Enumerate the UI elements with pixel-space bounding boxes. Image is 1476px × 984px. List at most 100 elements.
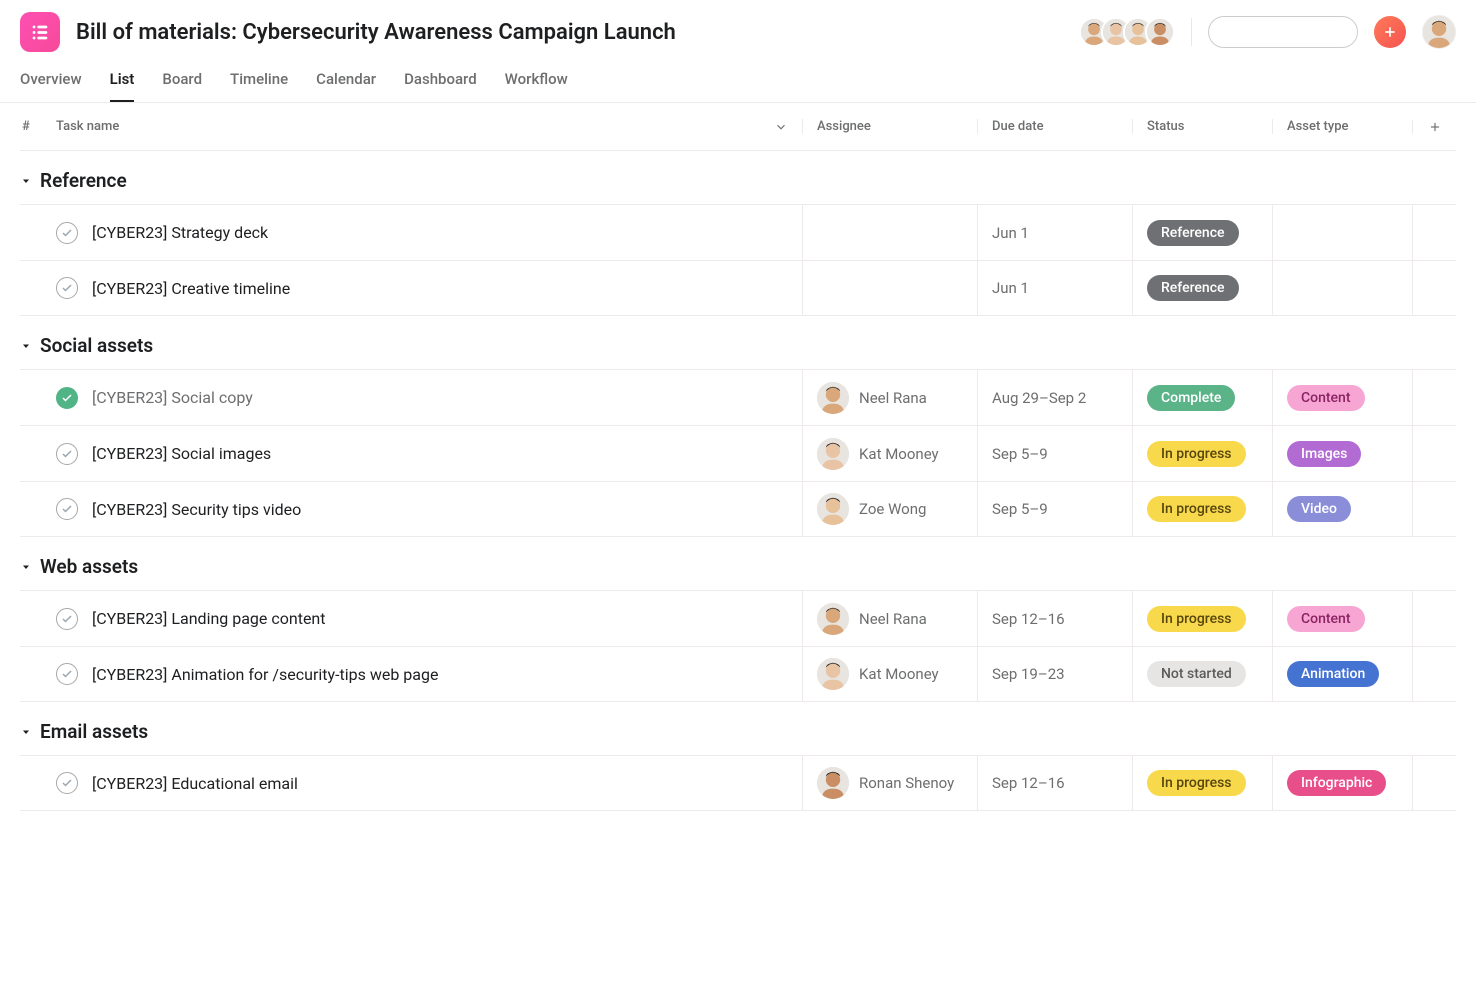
status-cell[interactable]: In progress bbox=[1132, 482, 1272, 536]
assignee-cell[interactable] bbox=[802, 205, 977, 260]
complete-toggle[interactable] bbox=[56, 443, 78, 465]
section: Web assets [CYBER23] Landing page content… bbox=[20, 537, 1456, 702]
row-extra-cell bbox=[1412, 205, 1456, 260]
asset-pill: Infographic bbox=[1287, 770, 1386, 796]
column-status[interactable]: Status bbox=[1132, 119, 1272, 134]
collaborator-avatars[interactable] bbox=[1079, 17, 1175, 47]
complete-toggle[interactable] bbox=[56, 498, 78, 520]
asset-type-cell[interactable]: Images bbox=[1272, 426, 1412, 481]
collaborator-avatar[interactable] bbox=[1145, 17, 1175, 47]
tab-board[interactable]: Board bbox=[162, 64, 202, 102]
add-column-button[interactable] bbox=[1412, 120, 1456, 134]
due-date-cell[interactable]: Aug 29–Sep 2 bbox=[977, 370, 1132, 425]
assignee-cell[interactable] bbox=[802, 261, 977, 315]
assignee-cell[interactable]: Kat Mooney bbox=[802, 426, 977, 481]
task-name: [CYBER23] Creative timeline bbox=[92, 279, 290, 298]
task-name: [CYBER23] Social copy bbox=[92, 388, 253, 407]
section-header[interactable]: Social assets bbox=[20, 316, 1456, 369]
assignee-avatar bbox=[817, 603, 849, 635]
status-cell[interactable]: In progress bbox=[1132, 426, 1272, 481]
asset-type-cell[interactable]: Video bbox=[1272, 482, 1412, 536]
assignee-cell[interactable]: Kat Mooney bbox=[802, 647, 977, 701]
complete-toggle[interactable] bbox=[56, 387, 78, 409]
task-row[interactable]: [CYBER23] Social imagesKat MooneySep 5–9… bbox=[20, 425, 1456, 481]
section-title-label: Web assets bbox=[40, 555, 138, 578]
row-extra-cell bbox=[1412, 756, 1456, 810]
task-row[interactable]: [CYBER23] Security tips video Zoe Wong Sep… bbox=[20, 481, 1456, 537]
section-header[interactable]: Web assets bbox=[20, 537, 1456, 590]
tab-timeline[interactable]: Timeline bbox=[230, 64, 288, 102]
asset-type-cell[interactable]: Content bbox=[1272, 591, 1412, 646]
complete-toggle[interactable] bbox=[56, 222, 78, 244]
task-row[interactable]: [CYBER23] Social copy Neel Rana Aug 29–Sep… bbox=[20, 369, 1456, 425]
asset-type-cell[interactable]: Infographic bbox=[1272, 756, 1412, 810]
assignee-cell[interactable]: Neel Rana bbox=[802, 370, 977, 425]
due-date-cell[interactable]: Sep 19–23 bbox=[977, 647, 1132, 701]
assignee-cell[interactable]: Neel Rana bbox=[802, 591, 977, 646]
status-cell[interactable]: In progress bbox=[1132, 591, 1272, 646]
sections: Reference[CYBER23] Strategy deckJun 1Ref… bbox=[20, 151, 1456, 811]
column-asset-type[interactable]: Asset type bbox=[1272, 119, 1412, 134]
assignee-name: Zoe Wong bbox=[859, 500, 926, 518]
column-task-name[interactable]: Task name bbox=[42, 119, 802, 134]
complete-toggle[interactable] bbox=[56, 277, 78, 299]
status-cell[interactable]: Reference bbox=[1132, 261, 1272, 315]
asset-type-cell[interactable] bbox=[1272, 261, 1412, 315]
asset-pill: Video bbox=[1287, 496, 1351, 522]
status-cell[interactable]: In progress bbox=[1132, 756, 1272, 810]
status-cell[interactable]: Not started bbox=[1132, 647, 1272, 701]
row-extra-cell bbox=[1412, 647, 1456, 701]
task-name: [CYBER23] Security tips video bbox=[92, 500, 301, 519]
due-date-cell[interactable]: Sep 12–16 bbox=[977, 756, 1132, 810]
search-box[interactable] bbox=[1208, 16, 1358, 48]
column-due-date[interactable]: Due date bbox=[977, 119, 1132, 134]
asset-type-cell[interactable] bbox=[1272, 205, 1412, 260]
due-date-cell[interactable]: Sep 12–16 bbox=[977, 591, 1132, 646]
tab-overview[interactable]: Overview bbox=[20, 64, 82, 102]
task-row[interactable]: [CYBER23] Strategy deckJun 1Reference bbox=[20, 204, 1456, 260]
current-user-avatar[interactable] bbox=[1422, 15, 1456, 49]
add-button[interactable] bbox=[1374, 16, 1406, 48]
assignee-cell[interactable]: Ronan Shenoy bbox=[802, 756, 977, 810]
view-tabs: Overview List Board Timeline Calendar Dashboa… bbox=[0, 56, 1476, 103]
header-right bbox=[1079, 15, 1456, 49]
task-row[interactable]: [CYBER23] Educational emailRonan ShenoyS… bbox=[20, 755, 1456, 811]
complete-toggle[interactable] bbox=[56, 772, 78, 794]
status-pill: Complete bbox=[1147, 385, 1235, 411]
row-extra-cell bbox=[1412, 591, 1456, 646]
status-pill: In progress bbox=[1147, 441, 1246, 467]
asset-pill: Content bbox=[1287, 385, 1365, 411]
due-date-cell[interactable]: Sep 5–9 bbox=[977, 426, 1132, 481]
assignee-name: Kat Mooney bbox=[859, 665, 939, 683]
search-input[interactable] bbox=[1219, 24, 1400, 40]
row-extra-cell bbox=[1412, 426, 1456, 481]
task-name: [CYBER23] Animation for /security-tips w… bbox=[92, 665, 438, 684]
assignee-name: Neel Rana bbox=[859, 389, 927, 407]
asset-type-cell[interactable]: Content bbox=[1272, 370, 1412, 425]
tab-workflow[interactable]: Workflow bbox=[505, 64, 568, 102]
row-extra-cell bbox=[1412, 261, 1456, 315]
tab-dashboard[interactable]: Dashboard bbox=[404, 64, 477, 102]
asset-type-cell[interactable]: Animation bbox=[1272, 647, 1412, 701]
section-header[interactable]: Email assets bbox=[20, 702, 1456, 755]
status-cell[interactable]: Complete bbox=[1132, 370, 1272, 425]
header: Bill of materials: Cybersecurity Awarene… bbox=[0, 0, 1476, 52]
due-date-cell[interactable]: Sep 5–9 bbox=[977, 482, 1132, 536]
due-date-cell[interactable]: Jun 1 bbox=[977, 205, 1132, 260]
due-date-cell[interactable]: Jun 1 bbox=[977, 261, 1132, 315]
chevron-down-icon[interactable] bbox=[774, 120, 788, 134]
plus-icon bbox=[1428, 120, 1442, 134]
task-row[interactable]: [CYBER23] Landing page contentNeel RanaS… bbox=[20, 590, 1456, 646]
complete-toggle[interactable] bbox=[56, 608, 78, 630]
complete-toggle[interactable] bbox=[56, 663, 78, 685]
assignee-cell[interactable]: Zoe Wong bbox=[802, 482, 977, 536]
task-row[interactable]: [CYBER23] Animation for /security-tips w… bbox=[20, 646, 1456, 702]
section: Email assets[CYBER23] Educational emailR… bbox=[20, 702, 1456, 811]
tab-calendar[interactable]: Calendar bbox=[316, 64, 376, 102]
column-number[interactable]: # bbox=[20, 119, 42, 134]
task-row[interactable]: [CYBER23] Creative timeline Jun 1Referenc… bbox=[20, 260, 1456, 316]
section-header[interactable]: Reference bbox=[20, 151, 1456, 204]
column-assignee[interactable]: Assignee bbox=[802, 119, 977, 134]
tab-list[interactable]: List bbox=[110, 64, 135, 102]
status-cell[interactable]: Reference bbox=[1132, 205, 1272, 260]
